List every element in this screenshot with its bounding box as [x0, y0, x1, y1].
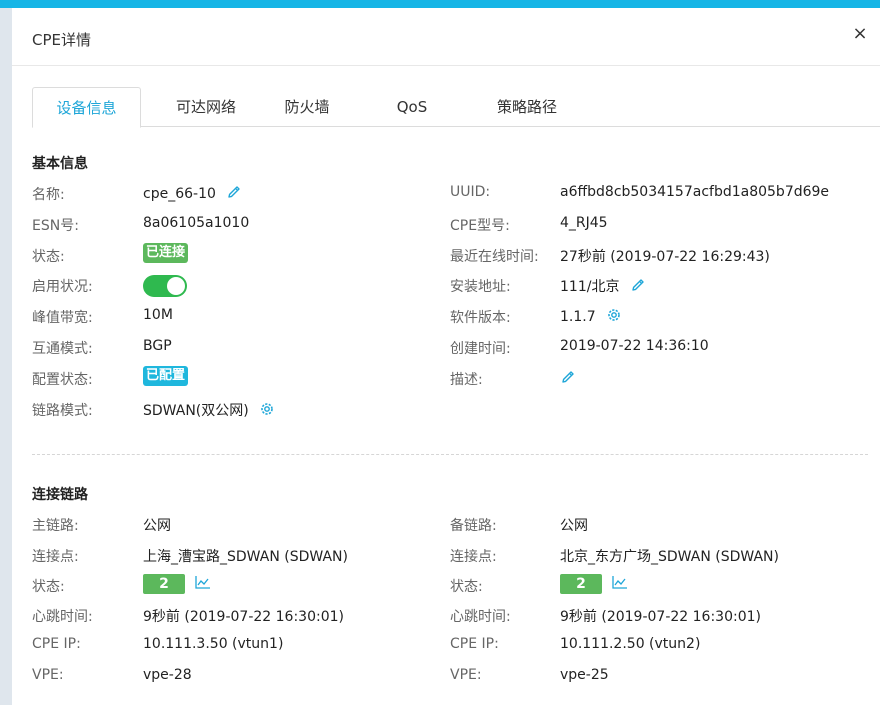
section-title-links: 连接链路: [32, 487, 88, 503]
bandwidth-label: 峰值带宽:: [32, 310, 93, 326]
software-version-value: 1.1.7: [560, 309, 596, 325]
status-badge: 已连接: [143, 243, 189, 263]
description-label: 描述:: [450, 372, 483, 388]
backup-cpe-ip-value: 10.111.2.50 (vtun2): [560, 636, 701, 652]
status-badge-wrap: 已连接: [143, 243, 189, 263]
primary-point-value: 上海_漕宝路_SDWAN (SDWAN): [143, 549, 348, 565]
backup-link-label: 备链路:: [450, 518, 497, 534]
enable-toggle[interactable]: [143, 275, 187, 297]
chart-icon[interactable]: [612, 575, 628, 593]
primary-heartbeat-label: 心跳时间:: [32, 609, 93, 625]
cpe-model-value: 4_RJ45: [560, 215, 608, 231]
config-status-label: 配置状态:: [32, 372, 93, 388]
close-icon[interactable]: ×: [850, 24, 870, 44]
backup-heartbeat-label: 心跳时间:: [450, 609, 511, 625]
pencil-icon[interactable]: [630, 277, 646, 297]
esn-value: 8a06105a1010: [143, 215, 250, 231]
interconnect-label: 互通模式:: [32, 341, 93, 357]
backup-vpe-value: vpe-25: [560, 667, 609, 683]
backup-cpe-ip-label: CPE IP:: [450, 636, 499, 652]
name-value-row: cpe_66-10: [143, 184, 242, 204]
tab-policy-path[interactable]: 策略路径: [484, 87, 570, 127]
section-divider: [32, 454, 868, 455]
gear-icon[interactable]: [259, 401, 275, 421]
toggle-knob: [167, 277, 185, 295]
backup-point-value: 北京_东方广场_SDWAN (SDWAN): [560, 549, 779, 565]
backup-status-count-badge: 2: [560, 574, 602, 594]
interconnect-value: BGP: [143, 338, 172, 354]
primary-link-label: 主链路:: [32, 518, 79, 534]
backup-vpe-label: VPE:: [450, 667, 482, 683]
name-value: cpe_66-10: [143, 186, 216, 202]
dialog-title: CPE详情: [32, 31, 91, 49]
primary-link-value: 公网: [143, 518, 171, 534]
tab-device-info[interactable]: 设备信息: [32, 87, 141, 128]
tab-reachable-networks[interactable]: 可达网络: [156, 87, 256, 127]
uuid-label: UUID:: [450, 184, 491, 200]
primary-heartbeat-value: 9秒前 (2019-07-22 16:30:01): [143, 609, 344, 625]
last-online-value: 27秒前 (2019-07-22 16:29:43): [560, 249, 770, 265]
config-status-badge: 已配置: [143, 366, 189, 386]
created-time-label: 创建时间:: [450, 341, 511, 357]
primary-status-label: 状态:: [32, 579, 65, 595]
tab-bar: 设备信息 可达网络 防火墙 QoS 策略路径: [32, 87, 880, 128]
install-address-row: 111/北京: [560, 276, 646, 297]
primary-vpe-label: VPE:: [32, 667, 64, 683]
pencil-icon[interactable]: [226, 184, 242, 204]
backup-link-value: 公网: [560, 518, 588, 534]
backup-status-label: 状态:: [450, 579, 483, 595]
primary-point-label: 连接点:: [32, 549, 79, 565]
last-online-label: 最近在线时间:: [450, 249, 539, 265]
link-mode-value: SDWAN(双公网): [143, 403, 249, 419]
uuid-value: a6ffbd8cb5034157acfbd1a805b7d69e: [560, 184, 830, 200]
status-label: 状态:: [32, 249, 65, 265]
esn-label: ESN号:: [32, 218, 79, 234]
gear-icon[interactable]: [606, 307, 622, 327]
top-accent-bar: [0, 0, 880, 8]
link-mode-label: 链路模式:: [32, 403, 93, 419]
install-address-value: 111/北京: [560, 279, 620, 295]
primary-vpe-value: vpe-28: [143, 667, 192, 683]
dialog-header: CPE详情 ×: [12, 8, 880, 66]
software-version-row: 1.1.7: [560, 307, 622, 327]
primary-cpe-ip-value: 10.111.3.50 (vtun1): [143, 636, 284, 652]
primary-status-count-badge: 2: [143, 574, 185, 594]
background-page-strip: [0, 8, 12, 705]
primary-status-row: 2: [143, 574, 211, 594]
chart-icon[interactable]: [195, 575, 211, 593]
backup-heartbeat-value: 9秒前 (2019-07-22 16:30:01): [560, 609, 761, 625]
cpe-model-label: CPE型号:: [450, 218, 510, 234]
section-title-basic: 基本信息: [32, 156, 88, 172]
cpe-detail-dialog: CPE详情 × 设备信息 可达网络 防火墙 QoS 策略路径 基本信息 名称: …: [12, 8, 880, 705]
enable-label: 启用状况:: [32, 279, 93, 295]
name-label: 名称:: [32, 187, 65, 203]
description-edit: [560, 369, 576, 389]
primary-cpe-ip-label: CPE IP:: [32, 636, 81, 652]
backup-point-label: 连接点:: [450, 549, 497, 565]
link-mode-value-row: SDWAN(双公网): [143, 400, 275, 421]
software-version-label: 软件版本:: [450, 310, 511, 326]
tab-firewall[interactable]: 防火墙: [272, 87, 342, 127]
backup-status-row: 2: [560, 574, 628, 594]
tab-qos[interactable]: QoS: [382, 87, 442, 127]
install-address-label: 安装地址:: [450, 279, 511, 295]
bandwidth-value: 10M: [143, 307, 173, 323]
created-time-value: 2019-07-22 14:36:10: [560, 338, 709, 354]
config-badge-wrap: 已配置: [143, 366, 189, 386]
pencil-icon[interactable]: [560, 369, 576, 389]
